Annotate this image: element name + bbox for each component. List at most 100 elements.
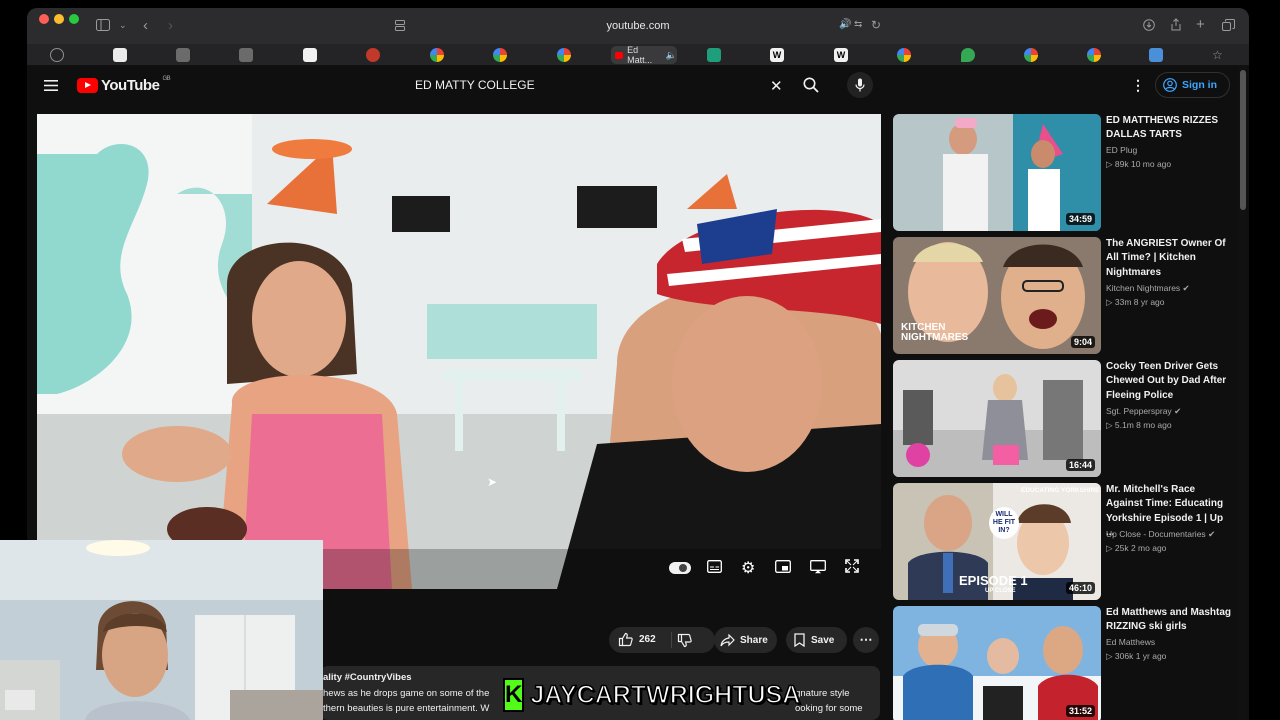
recommendation-item[interactable]: KITCHEN NIGHTMARES 9:04 The ANGRIEST Own…: [893, 237, 1233, 355]
tab-clock[interactable]: [50, 48, 64, 62]
tab-app-5[interactable]: [707, 48, 721, 62]
video-duration: 9:04: [1070, 336, 1095, 348]
tab-audio-icon[interactable]: 🔈: [666, 50, 677, 61]
tab-overview-icon[interactable]: [1222, 19, 1235, 33]
more-options-icon[interactable]: ⋮: [1131, 77, 1145, 94]
recommendation-item[interactable]: 16:44 Cocky Teen Driver Gets Chewed Out …: [893, 360, 1233, 478]
zoom-window-button[interactable]: [69, 14, 79, 24]
cast-icon[interactable]: [810, 560, 826, 579]
sidebar-toggle-icon[interactable]: [96, 19, 110, 33]
recommendation-title[interactable]: ED MATTHEWS RIZZES DALLAS TARTS: [1106, 114, 1231, 143]
channel-name[interactable]: Sgt. Pepperspray ✔: [1106, 406, 1181, 417]
save-button[interactable]: Save: [786, 627, 847, 653]
video-duration: 16:44: [1065, 459, 1095, 471]
thumbnail-bubble: WILL HE FIT IN?: [989, 507, 1019, 539]
youtube-logo[interactable]: YouTube GB: [77, 75, 171, 94]
forward-button[interactable]: ›: [168, 18, 173, 33]
tab-google-1[interactable]: [430, 48, 444, 62]
tab-google-3[interactable]: [557, 48, 571, 62]
search-icon[interactable]: [803, 77, 819, 98]
video-duration: 31:52: [1065, 705, 1095, 717]
recommendation-title[interactable]: The ANGRIEST Owner Of All Time? | Kitche…: [1106, 237, 1231, 280]
fullscreen-icon[interactable]: [845, 559, 859, 578]
tab-maps[interactable]: [961, 48, 975, 62]
chevron-down-icon[interactable]: ⌄: [119, 21, 127, 30]
page-scrollbar-thumb[interactable]: [1240, 70, 1246, 210]
subtitles-icon[interactable]: [707, 560, 722, 578]
close-window-button[interactable]: [39, 14, 49, 24]
tab-google-4[interactable]: [897, 48, 911, 62]
video-meta: ▷ 5.1m 8 mo ago: [1106, 420, 1172, 430]
video-meta: ▷ 33m 8 yr ago: [1106, 297, 1165, 307]
recommendation-item[interactable]: EDUCATING YORKSHIRE WILL HE FIT IN? EPIS…: [893, 483, 1233, 601]
tab-notion[interactable]: [113, 48, 127, 62]
mouse-cursor-icon: ➤: [487, 475, 498, 489]
page-scrollbar-track[interactable]: [1239, 66, 1247, 720]
tab-google-5[interactable]: [1024, 48, 1038, 62]
clear-search-icon[interactable]: ✕: [770, 77, 783, 95]
settings-gear-icon[interactable]: ⚙: [741, 558, 755, 578]
recommendation-title[interactable]: Ed Matthews and Mashtag RIZZING ski girl…: [1106, 606, 1231, 635]
video-thumbnail[interactable]: 31:52: [893, 606, 1101, 720]
minimize-window-button[interactable]: [54, 14, 64, 24]
tab-google-2[interactable]: [493, 48, 507, 62]
share-button[interactable]: Share: [714, 627, 777, 653]
reload-icon[interactable]: ↻: [871, 19, 881, 31]
channel-name[interactable]: ED Plug: [1106, 145, 1137, 155]
streamer-name: JAYCARTWRIGHTUSA: [530, 680, 801, 710]
tab-app-2[interactable]: [239, 48, 253, 62]
video-thumbnail[interactable]: EDUCATING YORKSHIRE WILL HE FIT IN? EPIS…: [893, 483, 1101, 600]
address-bar[interactable]: youtube.com: [388, 15, 888, 37]
logo-region: GB: [162, 75, 171, 82]
back-button[interactable]: ‹: [143, 18, 148, 33]
tab-app-4[interactable]: [366, 48, 380, 62]
video-frame: [37, 114, 881, 589]
video-thumbnail[interactable]: 34:59: [893, 114, 1101, 231]
description-line-3b: ooking for some: [795, 703, 863, 714]
recommendation-item[interactable]: 31:52 Ed Matthews and Mashtag RIZZING sk…: [893, 606, 1233, 720]
download-icon[interactable]: [1143, 19, 1155, 33]
verified-badge-icon: ✔: [1182, 283, 1190, 293]
recommendation-title[interactable]: Cocky Teen Driver Gets Chewed Out by Dad…: [1106, 360, 1231, 403]
voice-search-icon[interactable]: [847, 72, 873, 98]
description-line-3a: thern beauties is pure entertainment. W: [323, 703, 490, 714]
like-dislike-group: 262: [609, 627, 715, 653]
logo-text: YouTube: [101, 77, 160, 94]
translate-icon[interactable]: ⇆: [854, 20, 862, 30]
channel-label: Kitchen Nightmares: [1106, 283, 1181, 293]
tab-wikipedia-1[interactable]: W: [770, 48, 784, 62]
tab-app-3[interactable]: [303, 48, 317, 62]
account-icon: [1163, 78, 1177, 92]
tab-wikipedia-2[interactable]: W: [834, 48, 848, 62]
channel-name[interactable]: Kitchen Nightmares ✔: [1106, 283, 1190, 294]
description-line-2a: hews as he drops game on some of the: [323, 688, 490, 699]
like-count: 262: [639, 634, 656, 645]
tab-app-1[interactable]: [176, 48, 190, 62]
share-arrow-icon: [720, 633, 735, 646]
recommendation-item[interactable]: 34:59 ED MATTHEWS RIZZES DALLAS TARTS ED…: [893, 114, 1233, 232]
tab-youtube-active[interactable]: Ed Matt... 🔈: [611, 45, 677, 65]
video-thumbnail[interactable]: 16:44: [893, 360, 1101, 477]
channel-name[interactable]: Up Close - Documentaries ✔: [1106, 529, 1215, 540]
sign-in-button[interactable]: Sign in: [1155, 72, 1230, 98]
search-input[interactable]: ED MATTY COLLEGE: [403, 70, 793, 100]
video-thumbnail[interactable]: KITCHEN NIGHTMARES 9:04: [893, 237, 1101, 354]
video-duration: 34:59: [1065, 213, 1095, 225]
tab-app-6[interactable]: [1149, 48, 1163, 62]
video-player[interactable]: ⚙: [37, 114, 881, 589]
youtube-favicon-icon: [615, 51, 624, 59]
new-tab-icon[interactable]: +: [1196, 17, 1205, 32]
autoplay-toggle[interactable]: [669, 562, 691, 574]
share-label: Share: [740, 634, 768, 646]
miniplayer-icon[interactable]: [775, 560, 791, 578]
bookmark-star-icon[interactable]: ☆: [1212, 49, 1223, 61]
url-text: youtube.com: [606, 20, 670, 32]
audio-playing-icon[interactable]: 🔊: [839, 20, 851, 30]
channel-name[interactable]: Ed Matthews: [1106, 637, 1155, 647]
menu-icon[interactable]: [44, 78, 58, 96]
like-button[interactable]: [618, 632, 633, 650]
share-icon[interactable]: [1170, 18, 1182, 33]
dislike-button[interactable]: [677, 633, 692, 651]
more-actions-button[interactable]: ⋯: [853, 627, 879, 653]
tab-google-6[interactable]: [1087, 48, 1101, 62]
